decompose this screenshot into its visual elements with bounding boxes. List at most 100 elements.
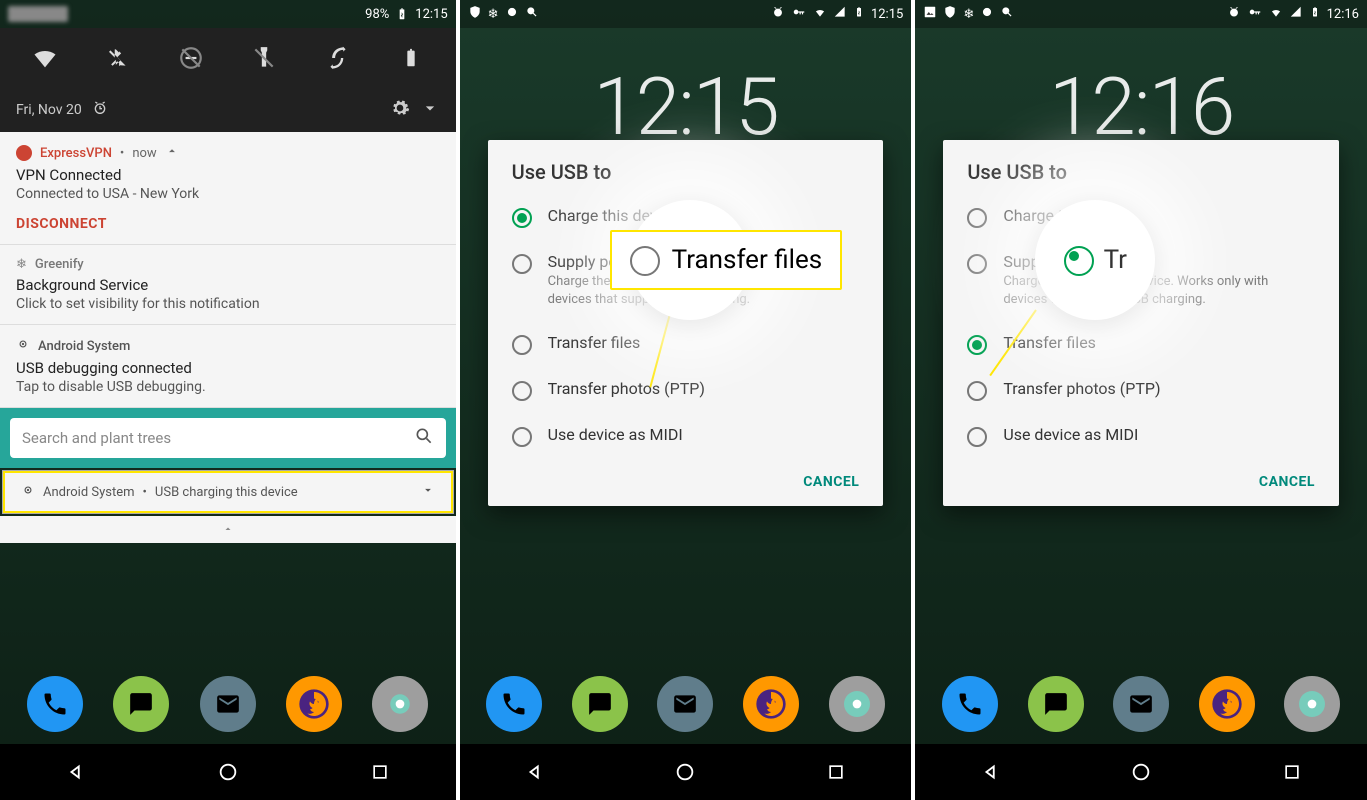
navigation-bar xyxy=(0,744,456,800)
image-icon xyxy=(923,5,937,23)
panel-usb-dialog-unselected: ❄ 12:15 12:15 Use USB to Charge this dev… xyxy=(456,0,912,800)
home-button[interactable] xyxy=(671,758,699,786)
radio-icon xyxy=(512,381,532,401)
camera-icon[interactable] xyxy=(372,676,428,732)
battery-charging-icon xyxy=(1309,5,1321,23)
alarm-icon xyxy=(771,5,785,23)
phone-icon[interactable] xyxy=(486,676,542,732)
radio-midi[interactable]: Use device as MIDI xyxy=(943,413,1339,459)
callout-text: Transfer files xyxy=(672,245,823,275)
radio-transfer-photos[interactable]: Transfer photos (PTP) xyxy=(488,367,884,413)
dialog-title: Use USB to xyxy=(943,160,1339,194)
camera-icon[interactable] xyxy=(829,676,885,732)
mail-icon[interactable] xyxy=(1113,676,1169,732)
dnd-off-icon[interactable] xyxy=(175,42,207,74)
back-button[interactable] xyxy=(977,758,1005,786)
firefox-icon[interactable] xyxy=(286,676,342,732)
search-icon xyxy=(1000,5,1014,23)
radio-icon xyxy=(967,335,987,355)
system-icon xyxy=(16,337,30,355)
radio-midi[interactable]: Use device as MIDI xyxy=(488,413,884,459)
alarm-icon[interactable] xyxy=(92,100,108,120)
notification-body: Connected to USA - New York xyxy=(16,186,440,202)
disconnect-button[interactable]: DISCONNECT xyxy=(16,202,440,232)
status-time: 12:15 xyxy=(871,7,903,22)
navigation-bar xyxy=(460,744,912,800)
radio-icon xyxy=(512,427,532,447)
notification-usb-charging[interactable]: Android System • USB charging this devic… xyxy=(3,471,453,513)
radio-transfer-photos[interactable]: Transfer photos (PTP) xyxy=(943,367,1339,413)
camera-icon[interactable] xyxy=(1284,676,1340,732)
radio-transfer-files[interactable]: Transfer files xyxy=(943,321,1339,367)
cancel-button[interactable]: CANCEL xyxy=(1259,474,1315,490)
notification-time: now xyxy=(132,146,156,161)
signal-icon xyxy=(1289,5,1303,23)
bluetooth-off-icon[interactable] xyxy=(102,42,134,74)
wifi-icon[interactable] xyxy=(29,42,61,74)
cancel-button[interactable]: CANCEL xyxy=(803,474,859,490)
notification-search: Search and plant trees xyxy=(0,408,456,468)
home-button[interactable] xyxy=(1127,758,1155,786)
battery-text: 98% xyxy=(365,7,389,22)
notification-greenify[interactable]: ❄ Greenify Background Service Click to s… xyxy=(0,245,456,325)
mail-icon[interactable] xyxy=(657,676,713,732)
battery-charging-icon xyxy=(395,7,409,21)
quick-settings: Fri, Nov 20 xyxy=(0,28,456,132)
signal-icon xyxy=(833,5,847,23)
panel-notifications: 98% 12:15 Fri, Nov 20 ExpressVPN • now xyxy=(0,0,456,800)
messages-icon[interactable] xyxy=(572,676,628,732)
app-name: Greenify xyxy=(35,257,84,272)
alarm-icon xyxy=(1227,5,1241,23)
vpn-key-icon xyxy=(1247,5,1263,23)
recent-button[interactable] xyxy=(1278,758,1306,786)
radio-icon xyxy=(967,208,987,228)
radio-icon xyxy=(967,381,987,401)
firefox-icon[interactable] xyxy=(743,676,799,732)
drag-handle-icon[interactable] xyxy=(0,516,456,543)
flashlight-off-icon[interactable] xyxy=(248,42,280,74)
shield-icon xyxy=(943,5,957,23)
notification-title: VPN Connected xyxy=(16,166,440,184)
home-button[interactable] xyxy=(214,758,242,786)
messages-icon[interactable] xyxy=(113,676,169,732)
notification-vpn[interactable]: ExpressVPN • now VPN Connected Connected… xyxy=(0,132,456,245)
autorotate-icon[interactable] xyxy=(322,42,354,74)
usb-dialog: Use USB to Charge this device Supply pow… xyxy=(943,140,1339,506)
search-input[interactable]: Search and plant trees xyxy=(10,418,446,458)
status-bar: 98% 12:15 xyxy=(0,0,456,28)
radio-icon xyxy=(1064,246,1094,276)
app-name: ExpressVPN xyxy=(40,146,112,161)
firefox-icon[interactable] xyxy=(1199,676,1255,732)
dialog-title: Use USB to xyxy=(488,160,884,194)
radio-icon xyxy=(630,246,660,276)
search-icon xyxy=(414,426,434,450)
back-button[interactable] xyxy=(62,758,90,786)
vpn-key-icon xyxy=(791,5,807,23)
status-bar: ❄ 12:16 xyxy=(915,0,1367,28)
wifi-icon xyxy=(813,5,827,23)
mail-icon[interactable] xyxy=(200,676,256,732)
chevron-down-icon[interactable] xyxy=(421,483,435,501)
battery-icon[interactable] xyxy=(395,42,427,74)
expand-arrow-icon[interactable] xyxy=(420,98,440,122)
recent-button[interactable] xyxy=(822,758,850,786)
radio-transfer-files[interactable]: Transfer files xyxy=(488,321,884,367)
recent-button[interactable] xyxy=(366,758,394,786)
messages-icon[interactable] xyxy=(1028,676,1084,732)
back-button[interactable] xyxy=(521,758,549,786)
radio-icon xyxy=(512,335,532,355)
phone-icon[interactable] xyxy=(27,676,83,732)
notification-title: USB debugging connected xyxy=(16,359,440,377)
callout-bubble: Tr xyxy=(1035,200,1155,320)
leaf-icon: ❄ xyxy=(963,7,974,22)
collapse-icon[interactable] xyxy=(165,144,179,162)
status-time: 12:16 xyxy=(1327,7,1359,22)
status-bar: ❄ 12:15 xyxy=(460,0,912,28)
phone-icon[interactable] xyxy=(942,676,998,732)
settings-icon[interactable] xyxy=(390,98,410,122)
radio-icon xyxy=(967,254,987,274)
search-icon xyxy=(525,5,539,23)
expressvpn-icon xyxy=(16,145,32,161)
radio-icon xyxy=(967,427,987,447)
notification-usb-debugging[interactable]: Android System USB debugging connected T… xyxy=(0,325,456,408)
